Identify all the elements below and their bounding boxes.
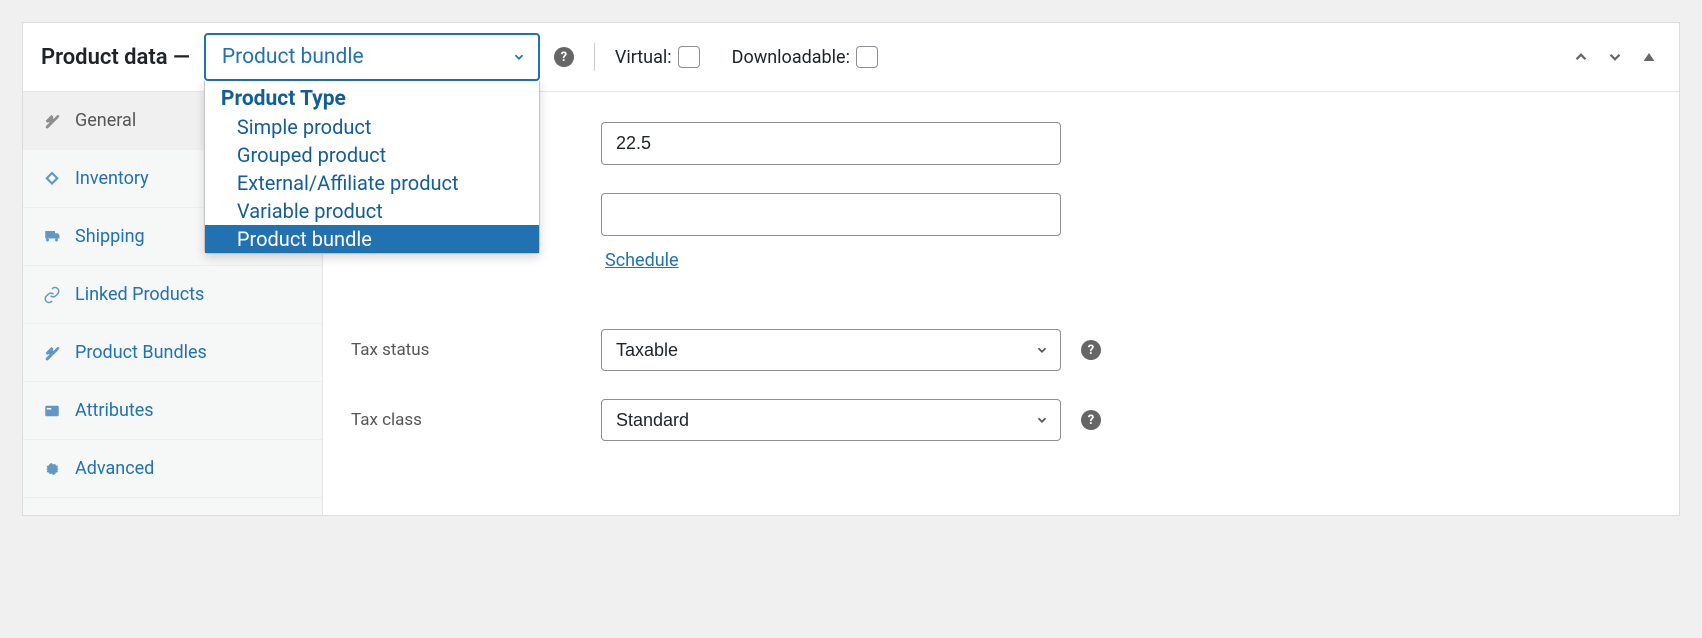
- dropdown-option-variable[interactable]: Variable product: [205, 197, 539, 225]
- sale-price-input[interactable]: [601, 193, 1061, 236]
- wrench-icon: [43, 344, 61, 362]
- sidebar-item-label: Advanced: [75, 458, 154, 479]
- gear-icon: [43, 460, 61, 478]
- toggle-button[interactable]: [1637, 45, 1661, 69]
- panel-title: Product data —: [41, 45, 190, 70]
- dropdown-option-grouped[interactable]: Grouped product: [205, 141, 539, 169]
- sidebar-item-linked[interactable]: Linked Products: [23, 266, 322, 324]
- tax-class-select[interactable]: Standard: [601, 399, 1061, 441]
- sidebar-item-label: Attributes: [75, 400, 154, 421]
- virtual-label: Virtual:: [615, 47, 672, 68]
- sidebar-item-attributes[interactable]: Attributes: [23, 382, 322, 440]
- tax-class-label: Tax class: [351, 410, 581, 430]
- truck-icon: [43, 228, 61, 246]
- price-row: [351, 108, 1651, 179]
- chevron-down-icon: [512, 50, 526, 64]
- sidebar-item-advanced[interactable]: Advanced: [23, 440, 322, 498]
- triangle-up-icon: [1641, 49, 1657, 65]
- sale-price-row: [351, 179, 1651, 250]
- sidebar-item-bundles[interactable]: Product Bundles: [23, 324, 322, 382]
- chevron-up-icon: [1572, 48, 1590, 66]
- sidebar-item-label: Shipping: [75, 226, 145, 247]
- product-type-select[interactable]: Product bundle: [204, 33, 540, 81]
- downloadable-group: Downloadable:: [732, 46, 878, 68]
- wrench-icon: [43, 112, 61, 130]
- link-icon: [43, 286, 61, 304]
- help-icon[interactable]: ?: [1081, 340, 1101, 360]
- virtual-checkbox[interactable]: [678, 46, 700, 68]
- downloadable-checkbox[interactable]: [856, 46, 878, 68]
- downloadable-label: Downloadable:: [732, 47, 850, 68]
- sidebar-item-label: General: [75, 110, 136, 131]
- move-down-button[interactable]: [1603, 45, 1627, 69]
- regular-price-input[interactable]: [601, 122, 1061, 165]
- tag-icon: [43, 170, 61, 188]
- product-type-value: Product bundle: [222, 45, 364, 69]
- dropdown-option-simple[interactable]: Simple product: [205, 113, 539, 141]
- dropdown-group-label: Product Type: [205, 81, 539, 113]
- help-icon[interactable]: ?: [554, 47, 574, 67]
- tax-status-row: Tax status Taxable ?: [351, 315, 1651, 385]
- move-up-button[interactable]: [1569, 45, 1593, 69]
- product-type-wrapper: Product bundle Product Type Simple produ…: [204, 33, 540, 81]
- tax-status-select[interactable]: Taxable: [601, 329, 1061, 371]
- tax-class-row: Tax class Standard ?: [351, 385, 1651, 455]
- sidebar-item-label: Product Bundles: [75, 342, 207, 363]
- product-type-dropdown: Product Type Simple product Grouped prod…: [204, 81, 540, 254]
- schedule-link[interactable]: Schedule: [605, 250, 679, 271]
- tax-status-label: Tax status: [351, 340, 581, 360]
- sidebar-item-label: Linked Products: [75, 284, 204, 305]
- panel-header: Product data — Product bundle Product Ty…: [23, 23, 1679, 92]
- header-divider: [594, 43, 595, 71]
- schedule-row: Schedule: [351, 250, 1651, 271]
- chevron-down-icon: [1606, 48, 1624, 66]
- help-icon[interactable]: ?: [1081, 410, 1101, 430]
- dropdown-option-bundle[interactable]: Product bundle: [205, 225, 539, 253]
- card-icon: [43, 402, 61, 420]
- sidebar-item-label: Inventory: [75, 168, 149, 189]
- product-data-panel: Product data — Product bundle Product Ty…: [22, 22, 1680, 516]
- virtual-group: Virtual:: [615, 46, 700, 68]
- dropdown-option-external[interactable]: External/Affiliate product: [205, 169, 539, 197]
- panel-controls: [1569, 45, 1661, 69]
